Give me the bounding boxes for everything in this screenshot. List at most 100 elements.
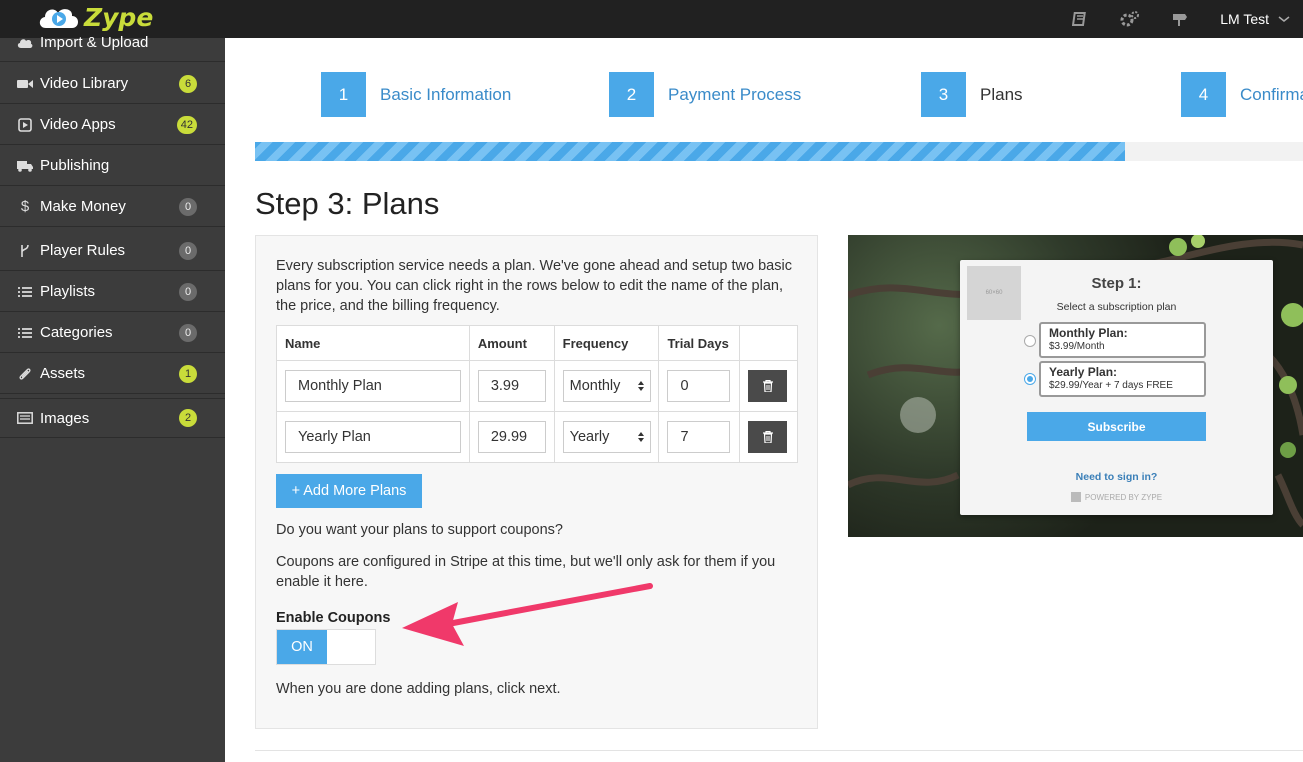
table-row: Yearly Plan 29.99 Yearly 7	[276, 411, 798, 463]
sidebar-item-label: Assets	[40, 365, 86, 382]
sidebar-item-player-rules[interactable]: Player Rules 0	[0, 231, 225, 271]
count-badge: 42	[176, 115, 197, 134]
count-badge: 0	[179, 241, 197, 260]
delete-plan-button[interactable]	[748, 370, 788, 402]
cloud-upload-icon	[17, 35, 33, 51]
plan-name-input[interactable]: Monthly Plan	[285, 370, 461, 402]
count-badge: 2	[179, 409, 197, 427]
sidebar: Import & Upload Video Library 6 Video Ap…	[0, 34, 225, 762]
option-title: Yearly Plan:	[1049, 365, 1118, 379]
step-label: Basic Information	[380, 84, 512, 104]
count-badge: 0	[179, 197, 197, 216]
progress-fill	[255, 142, 1125, 161]
step-label: Confirma	[1240, 84, 1303, 104]
sign-in-link[interactable]: Need to sign in?	[960, 471, 1273, 483]
table-header-row: Name Amount Frequency Trial Days	[276, 325, 798, 361]
sidebar-item-publishing[interactable]: Publishing	[0, 146, 225, 186]
wizard-progress-bar	[255, 142, 1303, 161]
truck-icon	[17, 158, 33, 174]
enable-coupons-label: Enable Coupons	[276, 610, 391, 626]
select-value: Yearly	[569, 429, 610, 445]
column-header-actions	[739, 325, 798, 361]
option-price: $29.99/Year + 7 days FREE	[1049, 380, 1173, 391]
powered-by: POWERED BY ZYPE	[960, 492, 1273, 502]
sidebar-item-label: Images	[40, 409, 90, 427]
gears-icon[interactable]	[1120, 9, 1140, 29]
dollar-icon: $	[20, 198, 30, 215]
sidebar-item-label: Publishing	[40, 157, 110, 174]
play-square-icon	[17, 117, 33, 133]
table-row: Monthly Plan 3.99 Monthly 0	[276, 360, 798, 412]
wizard-step-4[interactable]: 4 Confirma	[1181, 72, 1303, 117]
sidebar-item-label: Video Library	[40, 75, 129, 92]
list-icon	[17, 325, 33, 341]
step-number: 4	[1181, 72, 1226, 117]
sidebar-item-categories[interactable]: Categories 0	[0, 313, 225, 353]
monthly-plan-radio[interactable]	[1024, 335, 1036, 347]
powered-by-text: POWERED BY ZYPE	[1084, 492, 1163, 502]
plan-frequency-select[interactable]: Yearly	[562, 421, 651, 453]
select-arrows-icon	[637, 432, 644, 442]
sidebar-item-images[interactable]: Images 2	[0, 398, 225, 438]
plan-frequency-select[interactable]: Monthly	[562, 370, 651, 402]
step-label: Plans	[980, 84, 1023, 104]
subscription-preview: 60×60 Step 1: Select a subscription plan…	[848, 235, 1303, 537]
sidebar-item-label: Make Money	[40, 198, 126, 215]
plan-trial-days-input[interactable]: 7	[667, 421, 731, 453]
sidebar-item-playlists[interactable]: Playlists 0	[0, 272, 225, 312]
sidebar-item-label: Video Apps	[40, 116, 116, 133]
coupon-question: Do you want your plans to support coupon…	[276, 522, 563, 538]
toggle-on-state: ON	[277, 630, 327, 664]
list-icon	[17, 284, 33, 300]
user-menu[interactable]: LM Test	[1220, 11, 1269, 27]
sidebar-item-make-money[interactable]: $ Make Money 0	[0, 187, 225, 227]
preview-card: 60×60 Step 1: Select a subscription plan…	[960, 260, 1273, 515]
video-camera-icon	[17, 76, 33, 92]
zype-mini-icon	[1070, 492, 1081, 502]
yearly-plan-radio[interactable]	[1024, 373, 1036, 385]
done-note: When you are done adding plans, click ne…	[276, 681, 561, 697]
step-number: 1	[321, 72, 366, 117]
monthly-plan-option[interactable]: Monthly Plan: $3.99/Month	[1039, 322, 1206, 358]
book-icon[interactable]	[1070, 9, 1090, 29]
delete-plan-button[interactable]	[748, 421, 788, 453]
content-divider	[255, 750, 1303, 751]
sidebar-item-import-upload[interactable]: Import & Upload	[0, 24, 225, 62]
enable-coupons-toggle[interactable]: ON	[276, 629, 376, 665]
column-header-amount: Amount	[468, 325, 555, 361]
trash-icon	[762, 431, 773, 443]
chevron-down-icon[interactable]	[1277, 14, 1291, 24]
page-title: Step 3: Plans	[255, 186, 440, 221]
plans-intro: Every subscription service needs a plan.…	[276, 258, 792, 314]
column-header-trial-days: Trial Days	[658, 325, 741, 361]
plan-trial-days-input[interactable]: 0	[667, 370, 731, 402]
plans-table: Name Amount Frequency Trial Days Monthly…	[276, 325, 798, 463]
sidebar-item-video-library[interactable]: Video Library 6	[0, 64, 225, 104]
image-icon	[17, 410, 33, 426]
preview-title: Step 1:	[1091, 275, 1142, 292]
wizard-step-3[interactable]: 3 Plans	[921, 72, 1023, 117]
plans-panel: Every subscription service needs a plan.…	[255, 235, 818, 729]
step-number: 2	[609, 72, 654, 117]
wizard-step-1[interactable]: 1 Basic Information	[321, 72, 511, 117]
annotation-arrow-icon	[402, 583, 653, 646]
sidebar-item-assets[interactable]: Assets 1	[0, 354, 225, 394]
paperclip-icon	[17, 366, 33, 382]
count-badge: 0	[179, 282, 197, 301]
sidebar-item-label: Playlists	[40, 283, 96, 300]
sidebar-item-video-apps[interactable]: Video Apps 42	[0, 105, 225, 145]
option-price: $3.99/Month	[1049, 341, 1105, 352]
column-header-frequency: Frequency	[553, 325, 660, 361]
option-title: Monthly Plan:	[1049, 326, 1128, 340]
plan-amount-input[interactable]: 29.99	[477, 421, 546, 453]
trash-icon	[762, 380, 773, 392]
wizard-step-2[interactable]: 2 Payment Process	[609, 72, 801, 117]
yearly-plan-option[interactable]: Yearly Plan: $29.99/Year + 7 days FREE	[1039, 361, 1206, 397]
subscribe-button[interactable]: Subscribe	[1027, 412, 1206, 441]
sign-icon[interactable]	[1170, 9, 1190, 29]
add-more-plans-button[interactable]: + Add More Plans	[276, 474, 422, 508]
step-number: 3	[921, 72, 966, 117]
plan-name-input[interactable]: Yearly Plan	[285, 421, 461, 453]
plan-amount-input[interactable]: 3.99	[477, 370, 546, 402]
preview-subtitle: Select a subscription plan	[1056, 301, 1177, 313]
